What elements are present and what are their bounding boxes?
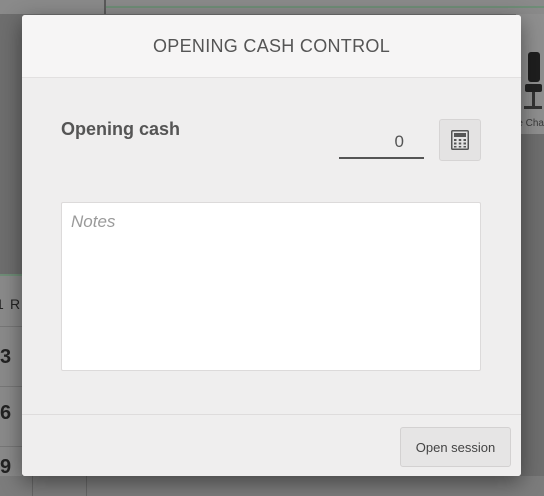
chair-product-image [524,52,542,109]
numpad-separator [0,386,22,387]
opening-cash-label: Opening cash [61,119,181,139]
numpad-column-header: R [10,296,21,312]
numpad-key: 6 [0,402,12,424]
dialog-footer: Open session [22,414,521,476]
numpad-label: 1 [0,296,4,312]
numpad-separator [0,326,22,327]
calculator-button[interactable] [439,119,481,161]
background-product-label: e Cha [517,118,544,129]
background-cell-divider [32,476,33,496]
background-divider [104,6,544,8]
background-cell-divider [86,476,87,496]
background-bottom-strip [0,476,544,496]
opening-cash-dialog: OPENING CASH CONTROL Opening cash Open s… [22,15,521,476]
open-session-button[interactable]: Open session [400,427,511,467]
calculator-icon [451,130,469,150]
dialog-title: OPENING CASH CONTROL [152,35,391,56]
numpad-separator [0,446,22,447]
dialog-header: OPENING CASH CONTROL [22,15,521,78]
opening-cash-input[interactable] [339,126,424,159]
background-divider [104,0,106,14]
notes-textarea[interactable] [61,202,481,371]
numpad-key: 3 [0,346,12,368]
